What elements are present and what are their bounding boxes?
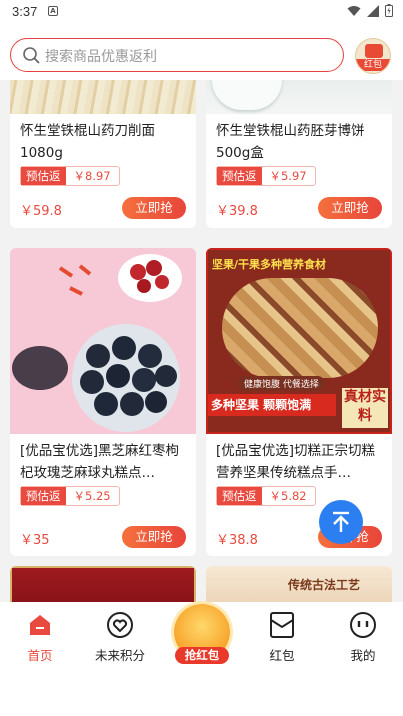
redpacket-button[interactable]: 红包	[355, 38, 391, 74]
product-price: ￥38.8	[216, 533, 258, 548]
tab-label: 抢红包	[175, 647, 229, 664]
red-envelope-icon	[365, 44, 383, 58]
status-bar: 3:37 A	[0, 0, 403, 24]
product-price: ￥59.8	[20, 204, 62, 219]
buy-now-button[interactable]: 立即抢	[122, 197, 186, 219]
envelope-icon	[270, 612, 294, 638]
rebate-label: 预估返	[21, 487, 66, 505]
rebate-value: ￥5.97	[269, 169, 307, 183]
rebate-value: ￥5.25	[73, 489, 111, 503]
buy-now-button[interactable]: 立即抢	[318, 197, 382, 219]
bottom-tab-bar: 首页 未来积分 抢红包 红包 我的	[0, 602, 403, 716]
product-card[interactable]: 坚果/干果多种营养食材 健康饱腹 代餐选择 多种坚果 颗颗饱满 真材实料 [优品…	[206, 248, 392, 556]
search-input[interactable]: 搜索商品优惠返利	[10, 38, 344, 72]
product-image	[10, 80, 196, 114]
battery-icon	[385, 4, 393, 17]
product-price: ￥39.8	[216, 204, 258, 219]
product-card[interactable]	[10, 566, 196, 602]
image-photo	[222, 278, 378, 378]
product-card[interactable]: [优品宝优选]黑芝麻红枣枸杞玫瑰芝麻球丸糕点… 预估返 ￥5.25 ￥35 立即…	[10, 248, 196, 556]
tab-label: 红包	[269, 648, 295, 663]
rebate-tag: 预估返 ￥5.82	[216, 486, 316, 506]
tab-label: 未来积分	[94, 648, 145, 663]
tab-label: 我的	[350, 648, 376, 663]
tab-label: 首页	[27, 648, 53, 663]
heart-badge-icon	[107, 612, 133, 638]
product-title: [优品宝优选]切糕正宗切糕营养坚果传统糕点手…	[216, 443, 376, 481]
product-photo	[12, 254, 182, 432]
face-icon	[350, 612, 376, 638]
product-image	[10, 566, 196, 602]
product-title: 怀生堂铁棍山药刀削面1080g	[20, 123, 155, 161]
tab-redpacket[interactable]: 红包	[242, 610, 322, 664]
product-card[interactable]: 怀生堂铁棍山药刀削面1080g 预估返 ￥8.97 ￥59.8 立即抢	[10, 80, 196, 228]
rebate-label: 预估返	[217, 167, 262, 185]
redpacket-label: 红包	[356, 59, 390, 71]
product-price: ￥35	[20, 533, 50, 548]
rebate-label: 预估返	[21, 167, 66, 185]
rebate-tag: 预估返 ￥5.25	[20, 486, 120, 506]
product-image: 坚果/干果多种营养食材 健康饱腹 代餐选择 多种坚果 颗颗饱满 真材实料	[206, 248, 392, 434]
rebate-label: 预估返	[217, 487, 262, 505]
image-caption: 传统古法工艺	[288, 578, 361, 592]
tab-mine[interactable]: 我的	[323, 610, 403, 664]
status-time: 3:37	[12, 4, 38, 19]
tab-home[interactable]: 首页	[0, 610, 80, 664]
arrow-up-icon	[333, 511, 349, 532]
product-image-detail	[212, 80, 282, 110]
rebate-tag: 预估返 ￥5.97	[216, 166, 316, 186]
search-header: 搜索商品优惠返利 红包	[0, 24, 403, 80]
buy-now-button[interactable]: 立即抢	[122, 526, 186, 548]
image-bottom-banner: 多种坚果 颗颗饱满	[208, 394, 336, 416]
rebate-tag: 预估返 ￥8.97	[20, 166, 120, 186]
search-icon	[23, 47, 40, 64]
notification-icon: A	[48, 6, 58, 16]
product-image: 传统古法工艺	[206, 566, 392, 602]
product-title: [优品宝优选]黑芝麻红枣枸杞玫瑰芝麻球丸糕点…	[20, 443, 180, 481]
image-top-banner: 坚果/干果多种营养食材	[212, 258, 327, 271]
image-side-stamp: 真材实料	[342, 388, 388, 428]
rebate-value: ￥5.82	[269, 489, 307, 503]
tab-future-points[interactable]: 未来积分	[80, 610, 160, 664]
tab-grab-redpacket[interactable]: 抢红包	[171, 602, 233, 664]
product-image	[206, 80, 392, 114]
product-card[interactable]: 怀生堂铁棍山药胚芽博饼500g盒 预估返 ￥5.97 ￥39.8 立即抢	[206, 80, 392, 228]
search-placeholder: 搜索商品优惠返利	[45, 49, 157, 65]
product-title: 怀生堂铁棍山药胚芽博饼500g盒	[216, 123, 365, 161]
product-card[interactable]: 传统古法工艺	[206, 566, 392, 602]
product-image	[10, 248, 196, 434]
back-to-top-button[interactable]	[319, 500, 363, 544]
signal-icon	[367, 4, 379, 17]
rebate-value: ￥8.97	[73, 169, 111, 183]
image-badge: 健康饱腹 代餐选择	[238, 376, 325, 391]
wifi-icon	[347, 5, 361, 16]
home-icon	[30, 615, 50, 635]
system-icons	[347, 4, 393, 17]
